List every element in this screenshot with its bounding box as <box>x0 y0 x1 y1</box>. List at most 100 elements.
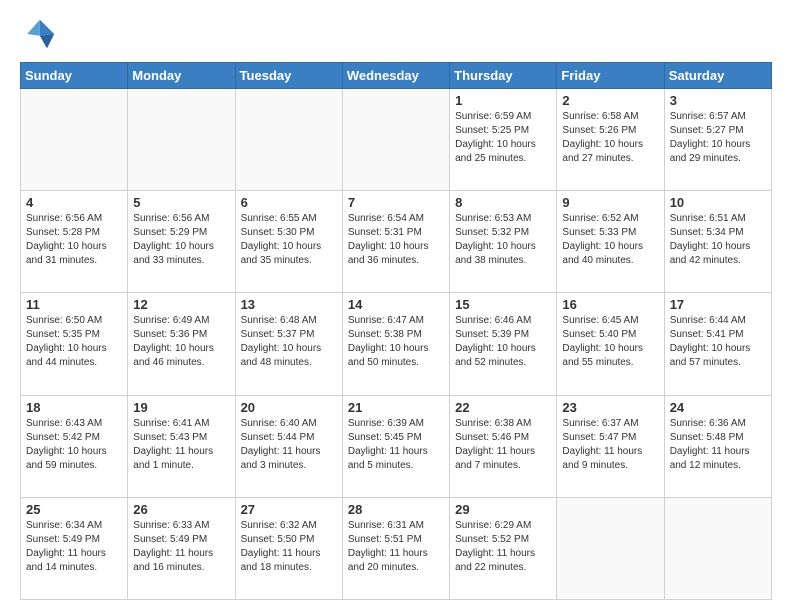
day-number: 5 <box>133 195 229 210</box>
day-cell <box>21 89 128 191</box>
day-cell: 3 Sunrise: 6:57 AM Sunset: 5:27 PM Daylig… <box>664 89 771 191</box>
week-row-5: 25 Sunrise: 6:34 AM Sunset: 5:49 PM Dayli… <box>21 497 772 599</box>
day-number: 24 <box>670 400 766 415</box>
day-cell: 7Sunrise: 6:54 AM Sunset: 5:31 PM Daylig… <box>342 191 449 293</box>
col-header-wednesday: Wednesday <box>342 63 449 89</box>
day-cell: 5 Sunrise: 6:56 AM Sunset: 5:29 PM Daylig… <box>128 191 235 293</box>
day-info: Sunrise: 6:49 AM Sunset: 5:36 PM Dayligh… <box>133 314 229 370</box>
day-info: Sunrise: 6:48 AM Sunset: 5:37 PM Dayligh… <box>241 314 337 370</box>
day-info: Sunrise: 6:43 AM Sunset: 5:42 PM Dayligh… <box>26 417 122 473</box>
day-number: 7 <box>348 195 444 210</box>
day-info: Sunrise: 6:51 AM Sunset: 5:34 PM Dayligh… <box>670 212 766 268</box>
col-header-thursday: Thursday <box>450 63 557 89</box>
day-number: 15 <box>455 297 551 312</box>
day-cell: 9 Sunrise: 6:52 AM Sunset: 5:33 PM Daylig… <box>557 191 664 293</box>
day-cell: 29 Sunrise: 6:29 AM Sunset: 5:52 PM Dayli… <box>450 497 557 599</box>
day-cell: 14 Sunrise: 6:47 AM Sunset: 5:38 PM Dayli… <box>342 293 449 395</box>
day-info: Sunrise: 6:50 AM Sunset: 5:35 PM Dayligh… <box>26 314 122 370</box>
week-row-1: 1 Sunrise: 6:59 AM Sunset: 5:25 PM Daylig… <box>21 89 772 191</box>
day-cell: 28Sunrise: 6:31 AM Sunset: 5:51 PM Dayli… <box>342 497 449 599</box>
day-cell: 16 Sunrise: 6:45 AM Sunset: 5:40 PM Dayli… <box>557 293 664 395</box>
day-info: Sunrise: 6:41 AM Sunset: 5:43 PM Dayligh… <box>133 417 229 473</box>
day-number: 11 <box>26 297 122 312</box>
day-info: Sunrise: 6:39 AM Sunset: 5:45 PM Dayligh… <box>348 417 444 473</box>
day-number: 4 <box>26 195 122 210</box>
page: SundayMondayTuesdayWednesdayThursdayFrid… <box>0 0 792 612</box>
header-row: SundayMondayTuesdayWednesdayThursdayFrid… <box>21 63 772 89</box>
col-header-saturday: Saturday <box>664 63 771 89</box>
day-number: 9 <box>562 195 658 210</box>
day-info: Sunrise: 6:40 AM Sunset: 5:44 PM Dayligh… <box>241 417 337 473</box>
day-info: Sunrise: 6:57 AM Sunset: 5:27 PM Dayligh… <box>670 110 766 166</box>
day-info: Sunrise: 6:46 AM Sunset: 5:39 PM Dayligh… <box>455 314 551 370</box>
day-cell <box>664 497 771 599</box>
day-number: 17 <box>670 297 766 312</box>
day-info: Sunrise: 6:44 AM Sunset: 5:41 PM Dayligh… <box>670 314 766 370</box>
day-info: Sunrise: 6:34 AM Sunset: 5:49 PM Dayligh… <box>26 519 122 575</box>
day-number: 6 <box>241 195 337 210</box>
day-number: 28 <box>348 502 444 517</box>
day-number: 8 <box>455 195 551 210</box>
day-cell: 13 Sunrise: 6:48 AM Sunset: 5:37 PM Dayli… <box>235 293 342 395</box>
day-number: 14 <box>348 297 444 312</box>
day-cell: 10 Sunrise: 6:51 AM Sunset: 5:34 PM Dayli… <box>664 191 771 293</box>
day-number: 18 <box>26 400 122 415</box>
day-info: Sunrise: 6:56 AM Sunset: 5:29 PM Dayligh… <box>133 212 229 268</box>
day-number: 19 <box>133 400 229 415</box>
day-cell: 24 Sunrise: 6:36 AM Sunset: 5:48 PM Dayli… <box>664 395 771 497</box>
day-cell: 8 Sunrise: 6:53 AM Sunset: 5:32 PM Daylig… <box>450 191 557 293</box>
day-cell: 12 Sunrise: 6:49 AM Sunset: 5:36 PM Dayli… <box>128 293 235 395</box>
day-cell: 27 Sunrise: 6:32 AM Sunset: 5:50 PM Dayli… <box>235 497 342 599</box>
week-row-3: 11 Sunrise: 6:50 AM Sunset: 5:35 PM Dayli… <box>21 293 772 395</box>
day-info: Sunrise: 6:56 AM Sunset: 5:28 PM Dayligh… <box>26 212 122 268</box>
day-number: 1 <box>455 93 551 108</box>
day-number: 21 <box>348 400 444 415</box>
day-info: Sunrise: 6:37 AM Sunset: 5:47 PM Dayligh… <box>562 417 658 473</box>
day-info: Sunrise: 6:32 AM Sunset: 5:50 PM Dayligh… <box>241 519 337 575</box>
day-number: 10 <box>670 195 766 210</box>
day-cell: 17 Sunrise: 6:44 AM Sunset: 5:41 PM Dayli… <box>664 293 771 395</box>
day-cell: 11 Sunrise: 6:50 AM Sunset: 5:35 PM Dayli… <box>21 293 128 395</box>
day-cell: 15 Sunrise: 6:46 AM Sunset: 5:39 PM Dayli… <box>450 293 557 395</box>
day-info: Sunrise: 6:36 AM Sunset: 5:48 PM Dayligh… <box>670 417 766 473</box>
day-number: 25 <box>26 502 122 517</box>
day-cell: 19 Sunrise: 6:41 AM Sunset: 5:43 PM Dayli… <box>128 395 235 497</box>
week-row-2: 4 Sunrise: 6:56 AM Sunset: 5:28 PM Daylig… <box>21 191 772 293</box>
day-number: 20 <box>241 400 337 415</box>
day-info: Sunrise: 6:45 AM Sunset: 5:40 PM Dayligh… <box>562 314 658 370</box>
col-header-friday: Friday <box>557 63 664 89</box>
col-header-tuesday: Tuesday <box>235 63 342 89</box>
day-cell <box>128 89 235 191</box>
day-cell: 23 Sunrise: 6:37 AM Sunset: 5:47 PM Dayli… <box>557 395 664 497</box>
day-number: 3 <box>670 93 766 108</box>
day-cell: 21 Sunrise: 6:39 AM Sunset: 5:45 PM Dayli… <box>342 395 449 497</box>
day-number: 23 <box>562 400 658 415</box>
day-info: Sunrise: 6:47 AM Sunset: 5:38 PM Dayligh… <box>348 314 444 370</box>
day-cell: 25 Sunrise: 6:34 AM Sunset: 5:49 PM Dayli… <box>21 497 128 599</box>
header <box>20 16 772 52</box>
day-number: 13 <box>241 297 337 312</box>
day-number: 22 <box>455 400 551 415</box>
day-info: Sunrise: 6:29 AM Sunset: 5:52 PM Dayligh… <box>455 519 551 575</box>
day-info: Sunrise: 6:52 AM Sunset: 5:33 PM Dayligh… <box>562 212 658 268</box>
logo <box>20 16 60 52</box>
day-number: 16 <box>562 297 658 312</box>
day-cell: 22 Sunrise: 6:38 AM Sunset: 5:46 PM Dayli… <box>450 395 557 497</box>
day-cell <box>235 89 342 191</box>
day-number: 27 <box>241 502 337 517</box>
day-number: 29 <box>455 502 551 517</box>
calendar-table: SundayMondayTuesdayWednesdayThursdayFrid… <box>20 62 772 600</box>
day-number: 12 <box>133 297 229 312</box>
day-info: Sunrise: 6:58 AM Sunset: 5:26 PM Dayligh… <box>562 110 658 166</box>
day-info: Sunrise: 6:38 AM Sunset: 5:46 PM Dayligh… <box>455 417 551 473</box>
day-cell: 2Sunrise: 6:58 AM Sunset: 5:26 PM Daylig… <box>557 89 664 191</box>
day-cell: 1 Sunrise: 6:59 AM Sunset: 5:25 PM Daylig… <box>450 89 557 191</box>
day-cell <box>557 497 664 599</box>
day-number: 26 <box>133 502 229 517</box>
day-info: Sunrise: 6:59 AM Sunset: 5:25 PM Dayligh… <box>455 110 551 166</box>
day-info: Sunrise: 6:53 AM Sunset: 5:32 PM Dayligh… <box>455 212 551 268</box>
day-cell: 6Sunrise: 6:55 AM Sunset: 5:30 PM Daylig… <box>235 191 342 293</box>
day-cell: 4 Sunrise: 6:56 AM Sunset: 5:28 PM Daylig… <box>21 191 128 293</box>
col-header-monday: Monday <box>128 63 235 89</box>
week-row-4: 18 Sunrise: 6:43 AM Sunset: 5:42 PM Dayli… <box>21 395 772 497</box>
